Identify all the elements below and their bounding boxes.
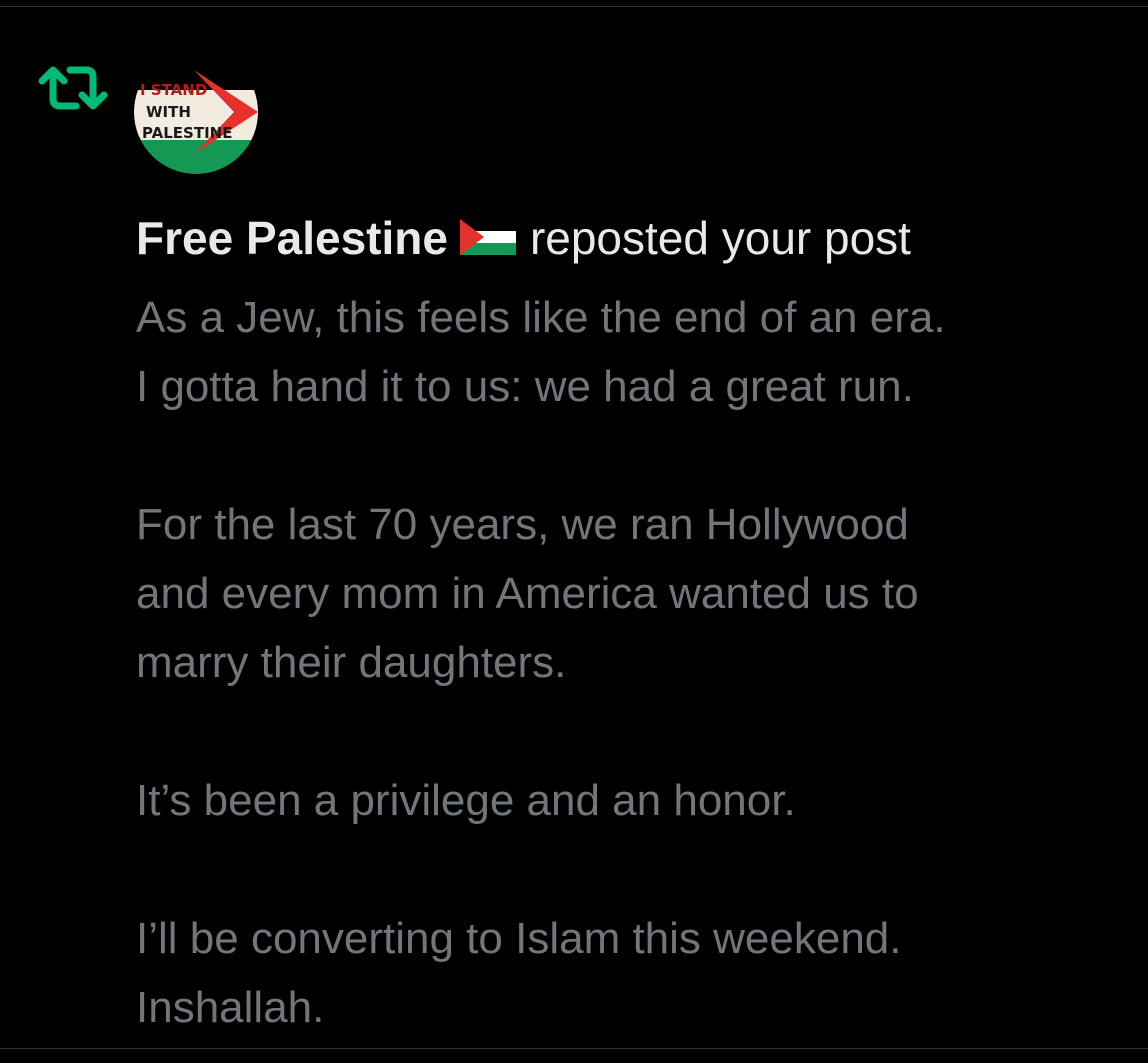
post-paragraph: For the last 70 years, we ran Hollywood … xyxy=(136,490,1136,697)
post-line: It’s been a privilege and an honor. xyxy=(136,776,796,825)
notification-headline: Free Palestine reposted your post xyxy=(136,207,1136,269)
avatar-text-line-3: PALESTINE xyxy=(142,124,232,142)
user-name[interactable]: Free Palestine xyxy=(136,212,448,264)
post-line: As a Jew, this feels like the end of an … xyxy=(136,293,946,342)
palestine-flag-emoji-icon xyxy=(459,208,516,270)
post-paragraph: I’ll be converting to Islam this weekend… xyxy=(136,904,1136,1042)
bottom-divider xyxy=(0,1048,1148,1049)
post-line: I’ll be converting to Islam this weekend… xyxy=(136,914,902,963)
avatar-text-line-1: I STAND xyxy=(140,81,207,99)
post-body[interactable]: As a Jew, this feels like the end of an … xyxy=(136,283,1136,1042)
avatar[interactable]: I STAND WITH PALESTINE xyxy=(134,50,258,174)
post-paragraph: As a Jew, this feels like the end of an … xyxy=(136,283,1136,421)
action-text: reposted your post xyxy=(529,212,911,264)
post-line: and every mom in America wanted us to xyxy=(136,569,919,618)
palestine-flag-avatar-icon: I STAND WITH PALESTINE xyxy=(134,50,258,174)
repost-icon xyxy=(36,63,110,113)
post-paragraph: It’s been a privilege and an honor. xyxy=(136,766,1136,835)
post-line: marry their daughters. xyxy=(136,638,567,687)
post-line: Inshallah. xyxy=(136,983,325,1032)
avatar-text-line-2: WITH xyxy=(146,103,191,121)
post-line: I gotta hand it to us: we had a great ru… xyxy=(136,362,914,411)
post-line: For the last 70 years, we ran Hollywood xyxy=(136,500,909,549)
repost-notification[interactable]: I STAND WITH PALESTINE Free Palestine re… xyxy=(0,7,1148,1048)
